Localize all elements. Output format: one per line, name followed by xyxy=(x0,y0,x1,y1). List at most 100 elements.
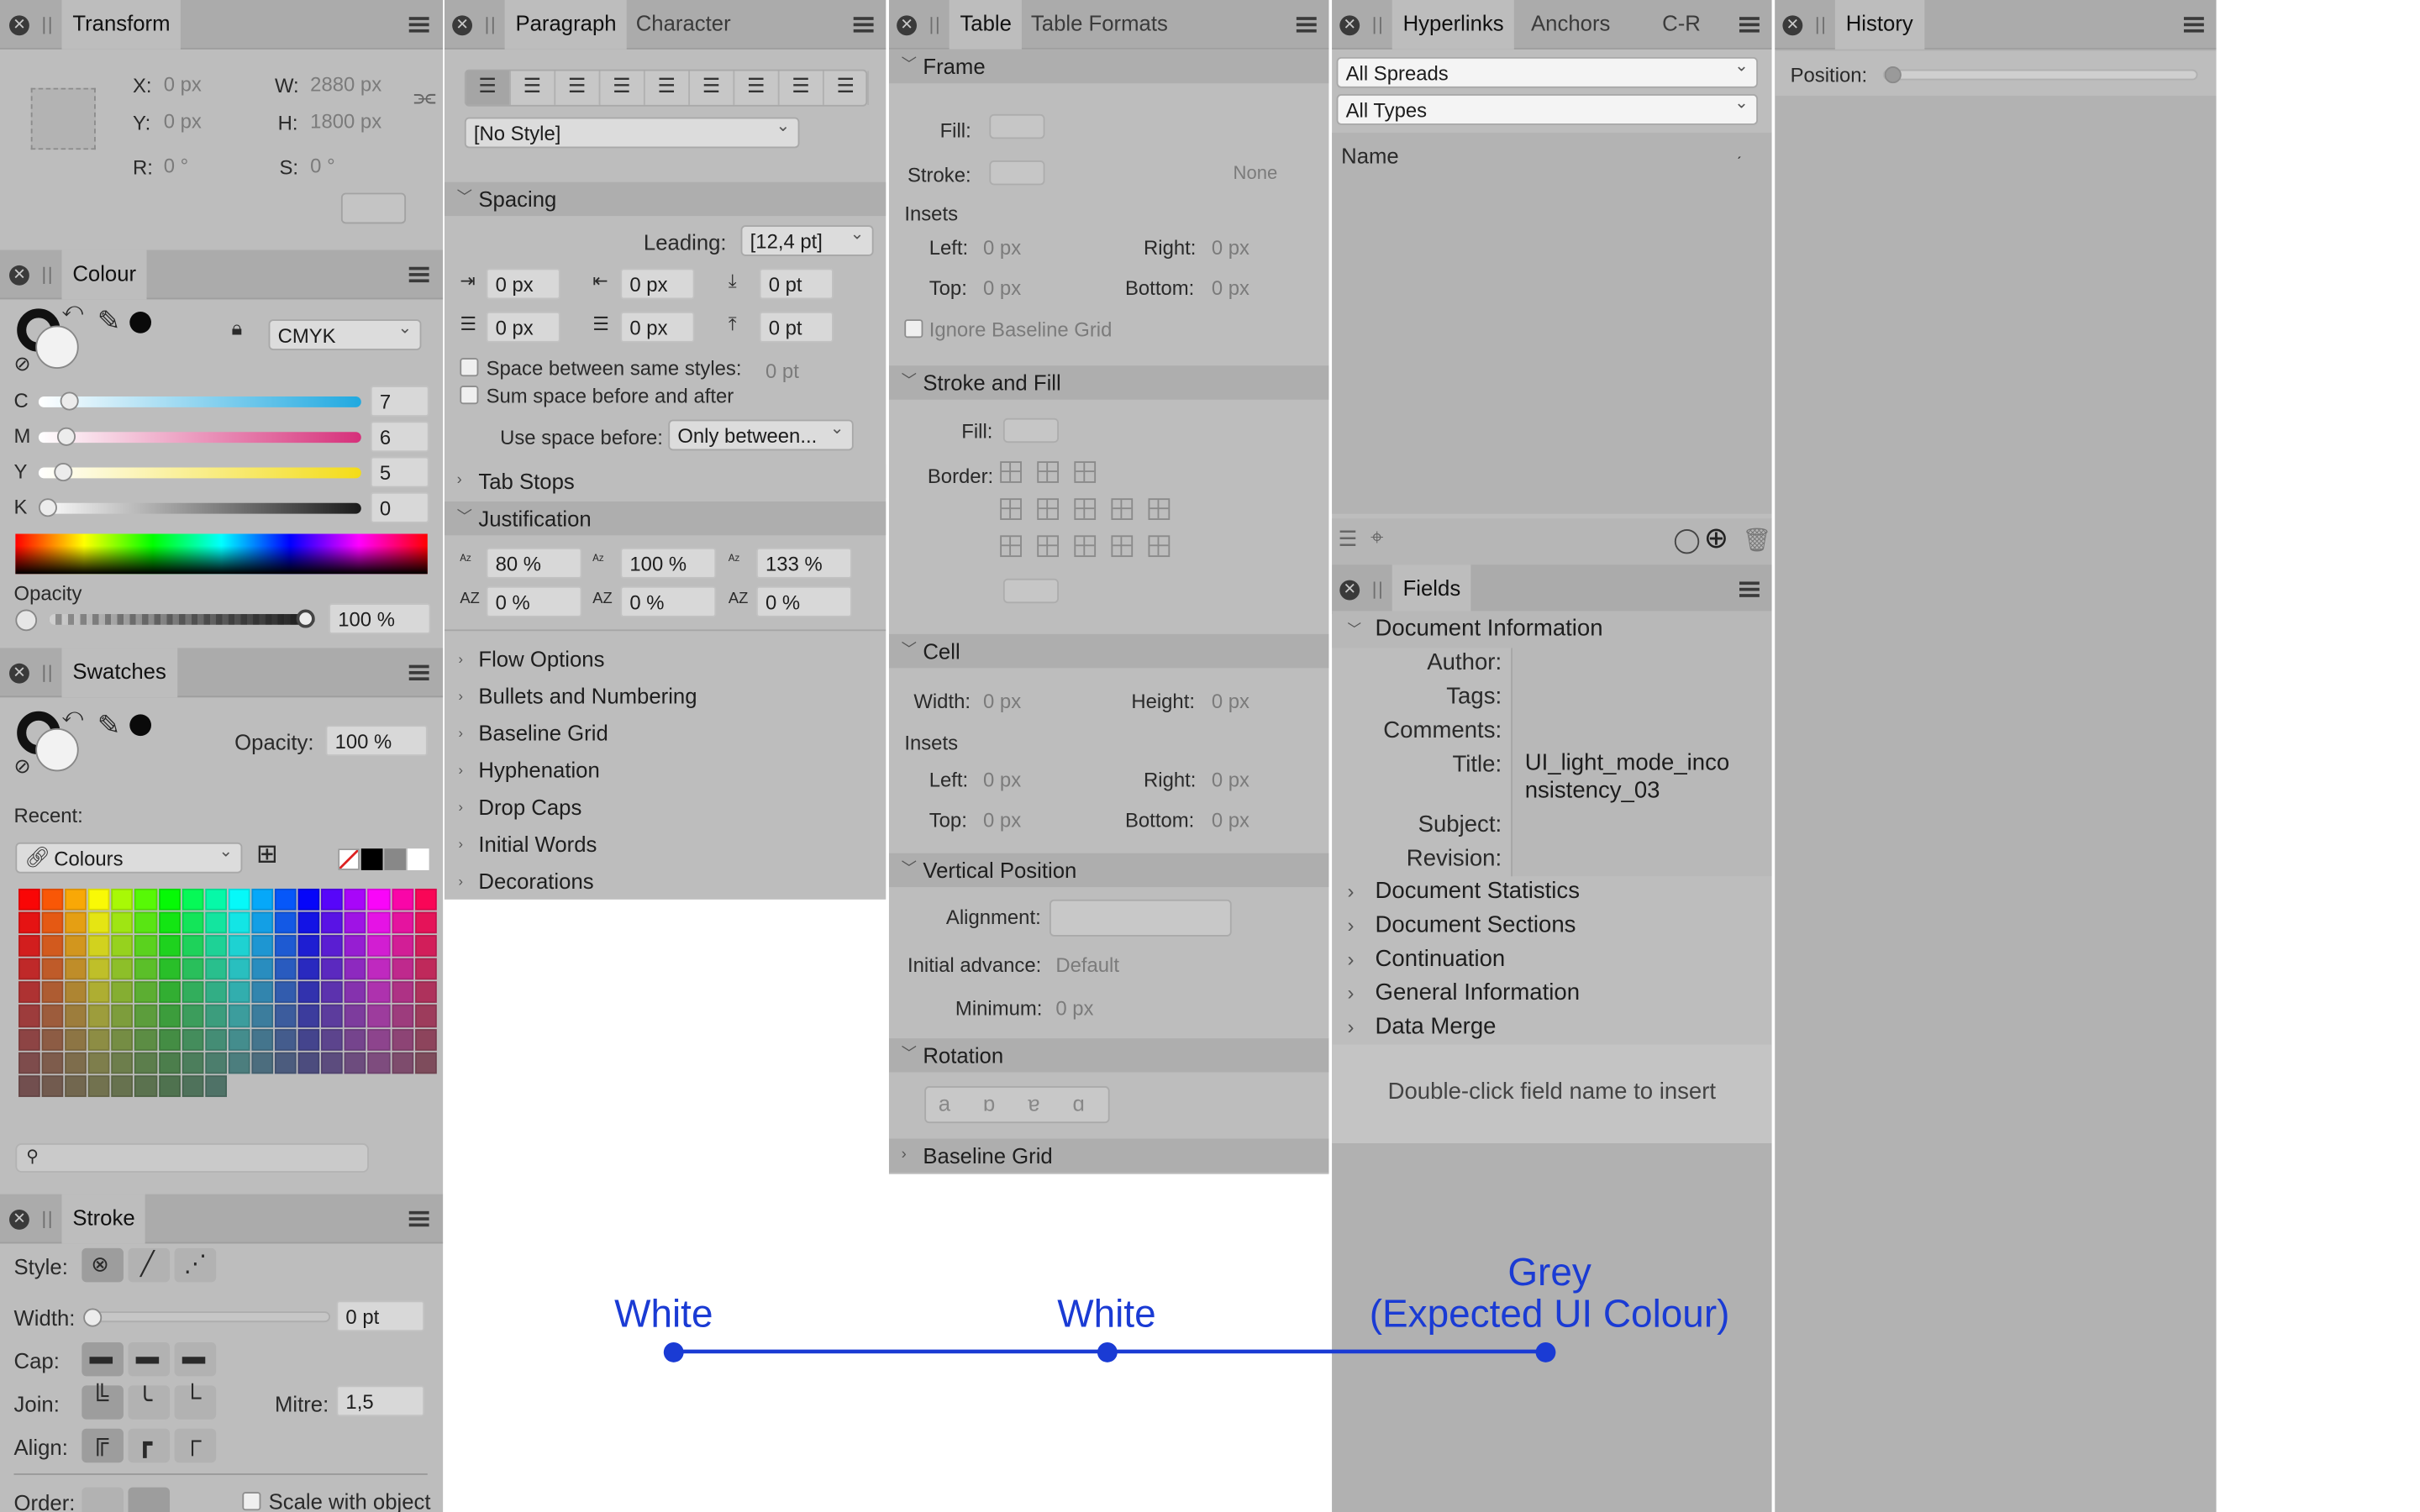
grip-icon[interactable] xyxy=(930,17,939,34)
swatch-chip[interactable] xyxy=(321,911,344,934)
swatch-chip[interactable] xyxy=(251,1052,274,1074)
swatch-chip[interactable] xyxy=(65,981,87,1004)
cell-bottom-value[interactable]: 0 px xyxy=(1212,808,1249,832)
border-option-icon[interactable] xyxy=(1074,461,1097,483)
swatch-chip[interactable] xyxy=(18,935,40,958)
align-outside-button[interactable]: ┌ xyxy=(174,1428,217,1463)
swatch-chip[interactable] xyxy=(297,1005,320,1027)
colour-model-dropdown[interactable]: CMYK xyxy=(268,313,422,350)
swatch-chip[interactable] xyxy=(134,958,157,981)
grip-icon[interactable] xyxy=(43,266,51,284)
k-slider[interactable] xyxy=(38,498,361,517)
swatch-chip[interactable] xyxy=(414,958,437,981)
swatch-chip[interactable] xyxy=(414,888,437,911)
section-justification[interactable]: ﹀ Justification xyxy=(444,501,886,536)
swatch-chip[interactable] xyxy=(158,981,181,1004)
grip-icon[interactable] xyxy=(43,17,51,34)
swatch-chip[interactable] xyxy=(414,1028,437,1051)
swatch-chip[interactable] xyxy=(391,888,413,911)
swatch-chip[interactable] xyxy=(204,1052,227,1074)
section-vertical-position[interactable]: ﹀ Vertical Position xyxy=(888,853,1329,888)
align-button-3[interactable]: ☰ xyxy=(555,71,601,105)
picker-icon[interactable]: ✎ xyxy=(97,710,121,743)
panel-menu-icon[interactable] xyxy=(1739,17,1760,33)
swatch-chip[interactable] xyxy=(88,1074,111,1097)
swatch-chip[interactable] xyxy=(297,1052,320,1074)
tab-swatches[interactable]: Swatches xyxy=(61,648,177,698)
swatch-chip[interactable] xyxy=(88,1028,111,1051)
swatch-chip[interactable] xyxy=(111,981,134,1004)
close-icon[interactable]: ✕ xyxy=(9,663,29,684)
swatch-opacity-value[interactable]: 100 % xyxy=(325,725,428,756)
swatch-chip[interactable] xyxy=(182,911,203,934)
align-button-9[interactable]: ☰ xyxy=(824,71,870,105)
swatch-chip[interactable] xyxy=(158,958,181,981)
hyperlinks-list[interactable] xyxy=(1332,132,1772,514)
just-value-4[interactable]: 0 % xyxy=(486,585,582,617)
comments-label[interactable]: Comments: xyxy=(1383,717,1502,743)
picker-icon[interactable]: ✎ xyxy=(97,306,121,339)
tab-cross-references[interactable]: C-R xyxy=(1651,0,1711,50)
grip-icon[interactable] xyxy=(43,664,51,682)
align-button-7[interactable]: ☰ xyxy=(734,71,780,105)
title-label[interactable]: Title: xyxy=(1452,751,1502,777)
fields-group-document-statistics[interactable]: › Document Statistics xyxy=(1332,874,1771,908)
swatch-chip[interactable] xyxy=(297,958,320,981)
swatch-chip[interactable] xyxy=(18,1005,40,1027)
swatch-chip[interactable] xyxy=(391,958,413,981)
swatch-chip[interactable] xyxy=(41,958,64,981)
swatch-chip[interactable] xyxy=(297,1028,320,1051)
border-option-icon[interactable] xyxy=(1000,498,1022,520)
add-palette-icon[interactable]: ⊞ xyxy=(256,839,278,870)
close-icon[interactable]: ✕ xyxy=(452,15,473,36)
spreads-dropdown[interactable]: All Spreads xyxy=(1336,51,1759,88)
swatch-chip[interactable] xyxy=(111,911,134,934)
section-tab-stops[interactable]: › Tab Stops xyxy=(444,464,886,499)
rotation-button-3[interactable]: ɐ xyxy=(1028,1091,1039,1116)
swatch-chip[interactable] xyxy=(391,1005,413,1027)
swatch-chip[interactable] xyxy=(414,1005,437,1027)
swatch-chip[interactable] xyxy=(391,911,413,934)
swatch-chip[interactable] xyxy=(41,935,64,958)
opacity-slider[interactable] xyxy=(49,609,315,628)
use-space-dropdown[interactable]: Only between... xyxy=(668,413,854,451)
tab-table[interactable]: Table xyxy=(949,0,1023,50)
swatch-chip[interactable] xyxy=(228,911,250,934)
initial-advance-value[interactable]: Default xyxy=(1055,953,1119,977)
grip-icon[interactable] xyxy=(43,1210,51,1229)
transform-anchor-icon[interactable] xyxy=(30,87,96,150)
border-option-icon[interactable] xyxy=(1148,535,1171,558)
swatch-chip[interactable] xyxy=(134,1005,157,1027)
space-before-value[interactable]: 0 pt xyxy=(759,268,834,300)
swatch-chip[interactable] xyxy=(251,1028,274,1051)
panel-menu-icon[interactable] xyxy=(408,1210,429,1227)
swap-icon[interactable]: ⤺ xyxy=(61,297,83,322)
join-round-button[interactable]: ╰ xyxy=(128,1385,171,1420)
swatch-chip[interactable] xyxy=(391,1028,413,1051)
position-slider[interactable] xyxy=(1882,66,2198,84)
opacity-value[interactable]: 100 % xyxy=(329,603,431,634)
swatch-chip[interactable] xyxy=(65,958,87,981)
border-option-icon[interactable] xyxy=(1074,498,1097,520)
tab-history[interactable]: History xyxy=(1834,0,1924,50)
swatch-chip[interactable] xyxy=(321,981,344,1004)
swatch-chip[interactable] xyxy=(182,958,203,981)
swatch-chip[interactable] xyxy=(345,981,367,1004)
swatch-chip[interactable] xyxy=(367,1028,390,1051)
swatch-chip[interactable] xyxy=(274,911,297,934)
swatch-chip[interactable] xyxy=(274,1005,297,1027)
slider-knob[interactable] xyxy=(53,463,73,482)
swatch-chip[interactable] xyxy=(367,888,390,911)
section-hyphenation[interactable]: › Hyphenation xyxy=(445,751,886,788)
swatch-chip[interactable] xyxy=(182,888,203,911)
swatch-chip[interactable] xyxy=(158,911,181,934)
slider-knob[interactable] xyxy=(38,498,57,517)
s-value[interactable]: 0 ° xyxy=(310,155,334,178)
cell-top-value[interactable]: 0 px xyxy=(983,808,1021,832)
align-button-6[interactable]: ☰ xyxy=(690,71,735,105)
swatch-chip[interactable] xyxy=(414,1052,437,1074)
swatch-chip[interactable] xyxy=(65,935,87,958)
swatch-chip[interactable] xyxy=(88,958,111,981)
swatch-chip[interactable] xyxy=(297,888,320,911)
swatch-chip[interactable] xyxy=(65,1052,87,1074)
